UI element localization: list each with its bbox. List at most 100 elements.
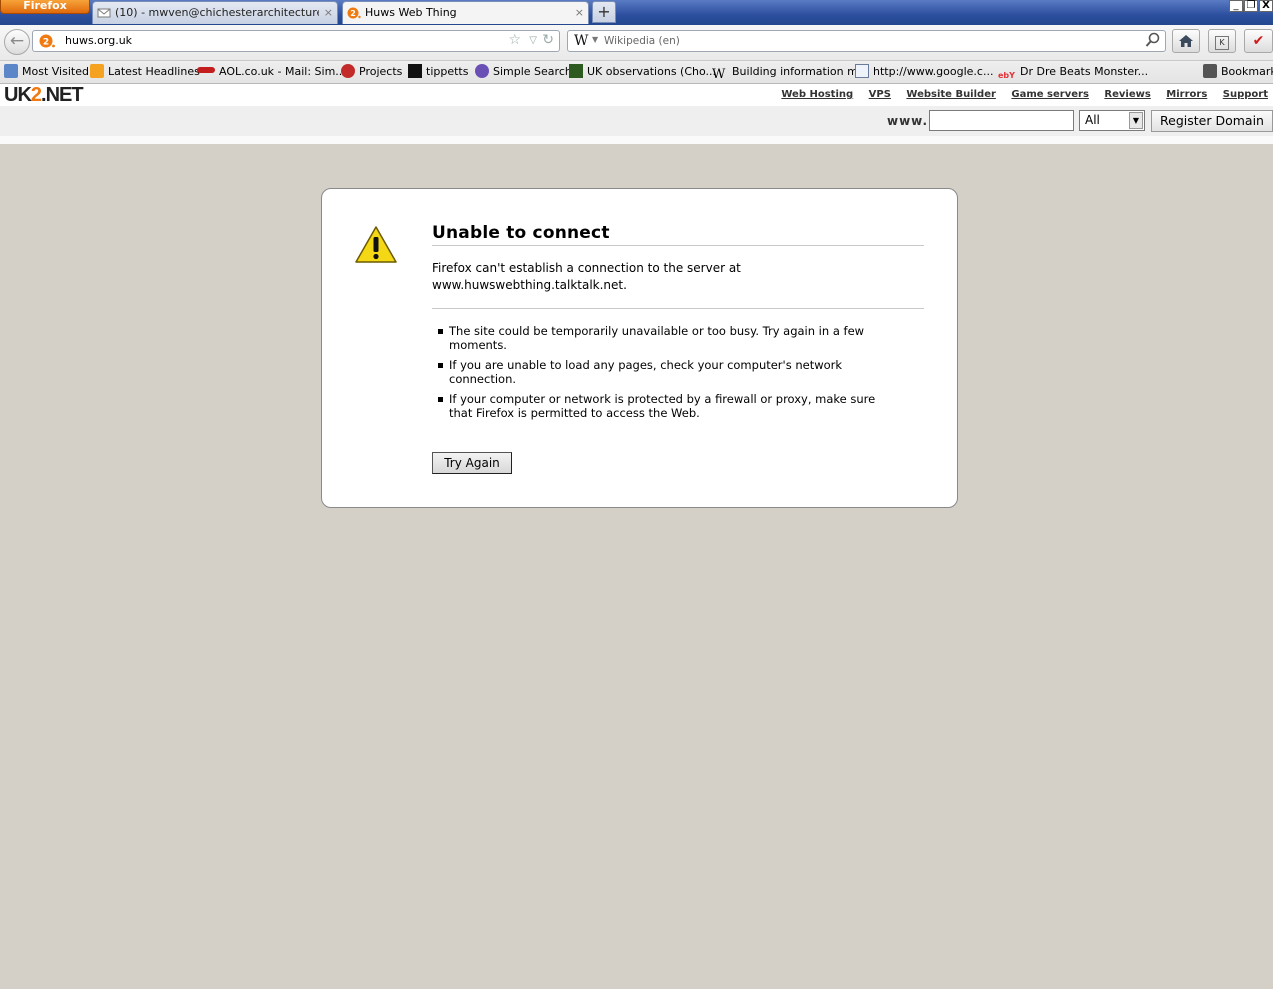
chevron-down-icon[interactable]: ▼ [592, 35, 598, 44]
tab-strip: Firefox (10) - mwven@chichesterarchitect… [0, 0, 1273, 25]
ebay-icon: ebY [998, 71, 1015, 80]
back-arrow-icon: ← [9, 31, 25, 51]
wikipedia-icon: W [712, 67, 726, 82]
error-description-line: Firefox can't establish a connection to … [432, 261, 741, 275]
back-button[interactable]: ← [4, 29, 30, 55]
bookmark-simple-search[interactable]: Simple Search [475, 64, 572, 80]
observations-icon [569, 64, 583, 78]
error-server-address: www.huwswebthing.talktalk.net. [432, 278, 627, 292]
bookmark-label: Bookmarks [1221, 65, 1273, 78]
tab-label: Huws Web Thing [365, 6, 457, 19]
navigation-toolbar: ← 2 huws.org.uk ☆ ▽ ↻ W ▼ Wikipedia (en)… [0, 25, 1273, 61]
link-mirrors[interactable]: Mirrors [1166, 89, 1207, 100]
search-icon[interactable] [1145, 32, 1161, 52]
wikipedia-icon[interactable]: W [574, 33, 588, 49]
list-item-text: If your computer or network is protected… [449, 392, 876, 420]
uk2-favicon-icon: 2 [39, 34, 55, 48]
uk2-nav-links: Web Hosting VPS Website Builder Game ser… [769, 89, 1268, 100]
divider [432, 308, 924, 309]
warning-icon [355, 226, 397, 263]
domain-input[interactable] [929, 110, 1074, 131]
search-input[interactable]: Wikipedia (en) [604, 35, 680, 47]
new-tab-button[interactable]: + [592, 1, 616, 23]
red-addon-icon: ✔ [1252, 33, 1265, 49]
logo-part: 2 [30, 84, 42, 106]
k-icon: K [1215, 36, 1229, 50]
bookmark-google[interactable]: http://www.google.c... [855, 64, 993, 80]
tab-mail[interactable]: (10) - mwven@chichesterarchitecture.co..… [92, 1, 338, 24]
bookmarks-menu[interactable]: Bookmarks [1203, 64, 1273, 80]
bookmark-label: http://www.google.c... [873, 65, 994, 78]
bullet-icon [438, 397, 443, 402]
reload-icon[interactable]: ↻ [542, 32, 554, 48]
close-icon[interactable]: × [324, 2, 333, 24]
domain-search-bar: www. All ▼ Register Domain [0, 106, 1273, 144]
bookmark-projects[interactable]: Projects [341, 64, 402, 80]
register-domain-button[interactable]: Register Domain [1151, 110, 1273, 132]
error-description: Firefox can't establish a connection to … [432, 260, 852, 294]
search-bar[interactable]: W ▼ Wikipedia (en) [567, 30, 1166, 52]
error-suggestions: The site could be temporarily unavailabl… [432, 324, 902, 426]
bookmark-label: Most Visited [22, 65, 89, 78]
bookmark-tippetts[interactable]: tippetts [408, 64, 468, 80]
tab-label: (10) - mwven@chichesterarchitecture.co..… [115, 6, 319, 19]
restore-button[interactable]: ❐ [1244, 0, 1258, 12]
most-visited-icon [4, 64, 18, 78]
uk2-header: UK2.NET Web Hosting VPS Website Builder … [0, 84, 1273, 106]
firefox-menu-button[interactable]: Firefox [0, 0, 90, 14]
bookmark-most-visited[interactable]: Most Visited [4, 64, 89, 80]
logo-part: .NET [41, 84, 84, 106]
svg-text:2: 2 [43, 38, 49, 48]
history-dropdown-icon[interactable]: ▽ [529, 35, 537, 46]
bullet-icon [438, 329, 443, 334]
tld-select[interactable]: All ▼ [1079, 110, 1145, 131]
close-window-button[interactable]: X [1259, 0, 1273, 12]
uk2-favicon-icon: 2 [347, 7, 361, 19]
bookmark-label: Latest Headlines [108, 65, 200, 78]
bookmark-aol-mail[interactable]: AOL.co.uk - Mail: Sim... [197, 64, 346, 80]
aol-key-icon [197, 67, 215, 73]
projects-icon [341, 64, 355, 78]
link-game-servers[interactable]: Game servers [1011, 89, 1089, 100]
minimize-button[interactable]: _ [1229, 0, 1243, 12]
url-bar[interactable]: 2 huws.org.uk ☆ ▽ ↻ [32, 30, 560, 52]
tippetts-icon [408, 64, 422, 78]
bookmark-label: tippetts [426, 65, 469, 78]
link-support[interactable]: Support [1223, 89, 1268, 100]
tld-selected-value: All [1085, 113, 1100, 127]
list-item: If your computer or network is protected… [432, 392, 902, 420]
link-web-hosting[interactable]: Web Hosting [781, 89, 853, 100]
error-title: Unable to connect [432, 223, 924, 246]
list-item-text: If you are unable to load any pages, che… [449, 358, 843, 386]
close-icon[interactable]: × [575, 2, 584, 24]
link-vps[interactable]: VPS [869, 89, 891, 100]
bookmark-building-information[interactable]: W Building information m... [712, 64, 869, 82]
link-reviews[interactable]: Reviews [1104, 89, 1150, 100]
bookmark-label: UK observations (Cho... [587, 65, 717, 78]
bookmark-uk-observations[interactable]: UK observations (Cho... [569, 64, 716, 80]
bookmark-latest-headlines[interactable]: Latest Headlines [90, 64, 200, 80]
www-label: www. [887, 114, 929, 128]
tab-huws-web-thing[interactable]: 2 Huws Web Thing × [342, 1, 589, 24]
list-item-text: The site could be temporarily unavailabl… [449, 324, 865, 352]
uk2-logo[interactable]: UK2.NET [4, 84, 84, 106]
bookmark-star-icon[interactable]: ☆ [508, 32, 521, 48]
svg-text:2: 2 [350, 9, 356, 18]
home-button[interactable] [1172, 29, 1200, 53]
bookmark-dr-dre-beats[interactable]: ebY Dr Dre Beats Monster... [998, 64, 1148, 80]
url-text[interactable]: huws.org.uk [65, 34, 132, 47]
red-addon-button[interactable]: ✔ [1244, 29, 1273, 53]
chevron-down-icon[interactable]: ▼ [1129, 112, 1143, 129]
link-website-builder[interactable]: Website Builder [906, 89, 996, 100]
k-addon-button[interactable]: K [1208, 29, 1236, 53]
mail-icon [97, 8, 111, 18]
simple-search-icon [475, 64, 489, 78]
try-again-button[interactable]: Try Again [432, 452, 512, 474]
image-icon [855, 64, 869, 78]
bullet-icon [438, 363, 443, 368]
rss-icon [90, 64, 104, 78]
bookmark-label: Simple Search [493, 65, 572, 78]
bookmark-label: Building information m... [732, 65, 869, 78]
bookmarks-toolbar: Most Visited Latest Headlines AOL.co.uk … [0, 61, 1273, 84]
home-icon [1179, 35, 1193, 47]
